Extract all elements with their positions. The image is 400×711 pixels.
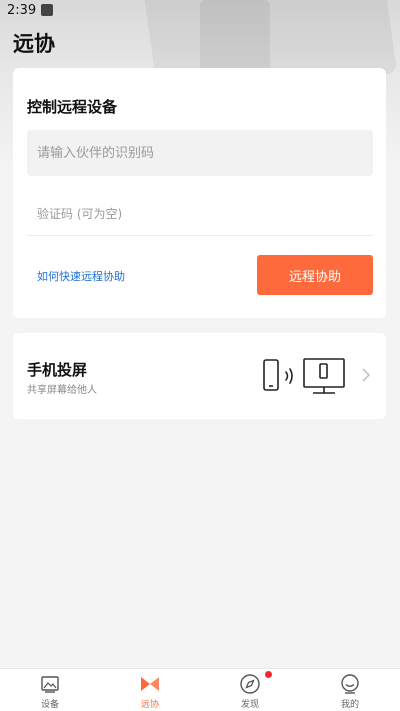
screen-mirroring-title: 手机投屏	[27, 361, 88, 379]
monitor-icon	[303, 358, 345, 394]
status-time: 2:39	[7, 2, 37, 18]
tab-remote-assist[interactable]: 远协	[100, 669, 200, 711]
remote-assist-button[interactable]: 远程协助	[257, 255, 373, 295]
compass-icon	[240, 674, 260, 694]
tab-profile[interactable]: 我的	[300, 669, 400, 711]
tab-label: 我的	[340, 700, 359, 710]
screen-mirroring-card[interactable]: 手机投屏 共享屏幕给他人	[13, 333, 386, 419]
bottom-tab-bar: 设备 远协 发现 我的	[0, 668, 400, 711]
status-bar: 2:39	[0, 0, 400, 20]
help-link[interactable]: 如何快速远程协助	[37, 268, 125, 284]
remote-control-title: 控制远程设备	[27, 98, 118, 116]
tab-devices[interactable]: 设备	[0, 669, 100, 711]
tab-label: 远协	[140, 700, 159, 710]
tab-discover[interactable]: 发现	[200, 669, 300, 711]
signal-waves-icon	[285, 368, 293, 384]
verification-code-input[interactable]	[27, 192, 373, 236]
screen-mirroring-subtitle: 共享屏幕给他人	[27, 385, 97, 396]
remote-assist-icon	[141, 677, 159, 691]
page-title: 远协	[13, 32, 55, 56]
phone-icon	[263, 359, 279, 391]
partner-id-input[interactable]	[27, 130, 373, 176]
notification-badge	[265, 671, 272, 678]
tab-label: 设备	[40, 700, 59, 710]
devices-icon	[41, 676, 59, 693]
sim-icon	[41, 4, 54, 16]
tab-label: 发现	[240, 700, 259, 710]
profile-icon	[341, 674, 359, 694]
chevron-right-icon	[362, 368, 371, 382]
remote-control-card: 控制远程设备 如何快速远程协助 远程协助	[13, 68, 386, 318]
screen-mirroring-illustration	[263, 358, 345, 394]
